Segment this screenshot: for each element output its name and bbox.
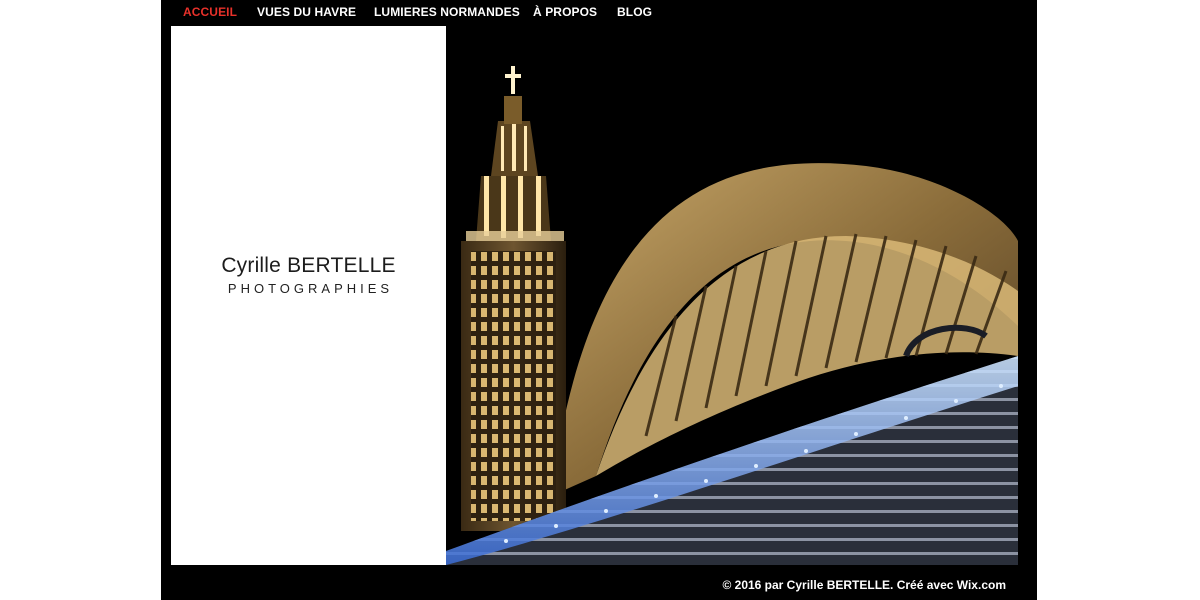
- nav-vues-du-havre[interactable]: VUES DU HAVRE: [257, 5, 356, 19]
- brand-panel: Cyrille BERTELLE PHOTOGRAPHIES: [171, 26, 446, 565]
- site-subtitle: PHOTOGRAPHIES: [227, 281, 394, 296]
- site-title: Cyrille BERTELLE: [221, 254, 396, 277]
- brand-block: Cyrille BERTELLE PHOTOGRAPHIES: [171, 253, 446, 296]
- page: ACCUEIL VUES DU HAVRE LUMIERES NORMANDES…: [161, 0, 1037, 600]
- nav-blog[interactable]: BLOG: [617, 5, 652, 19]
- nav-lumieres-normandes[interactable]: LUMIERES NORMANDES: [374, 5, 520, 19]
- footer-copyright: © 2016 par Cyrille BERTELLE. Créé avec W…: [722, 578, 1006, 592]
- hero-photo: [446, 26, 1018, 565]
- nav-a-propos[interactable]: À PROPOS: [533, 5, 597, 19]
- nav-accueil[interactable]: ACCUEIL: [183, 5, 237, 19]
- night-cityscape-image: [446, 26, 1018, 565]
